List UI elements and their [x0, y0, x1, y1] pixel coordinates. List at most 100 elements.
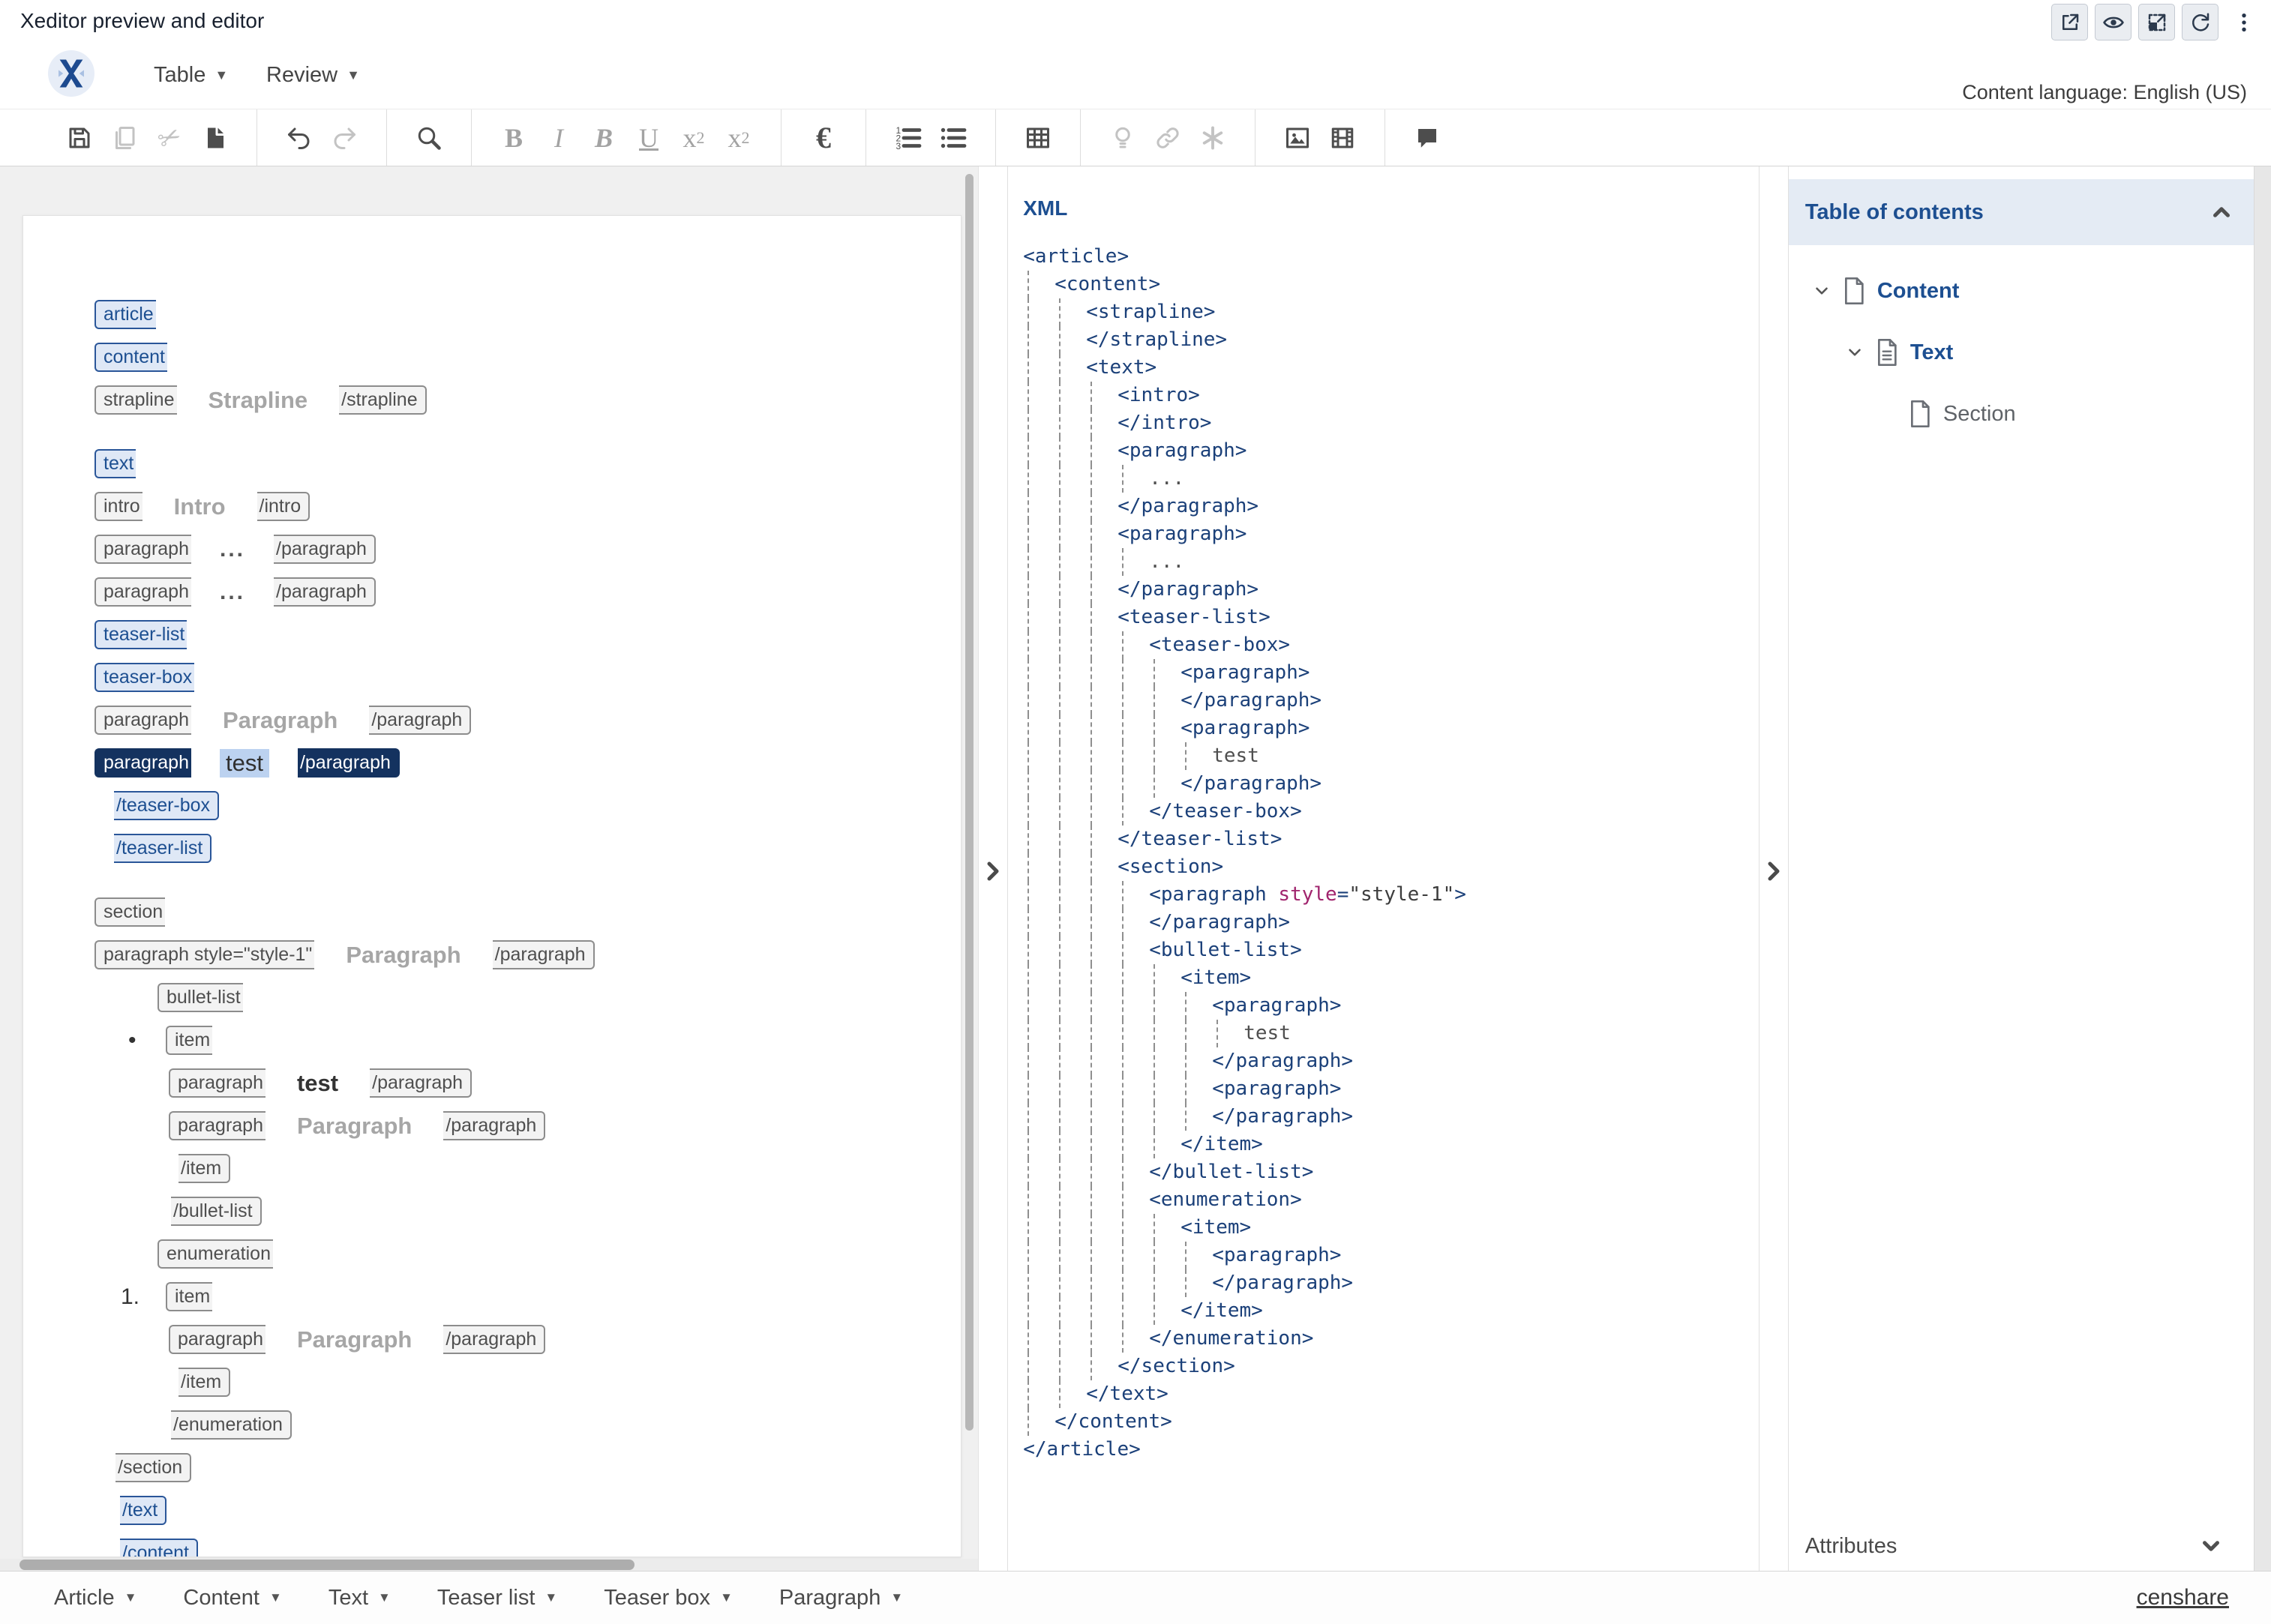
tag-pill-item[interactable]: item [166, 1026, 212, 1055]
chevron-down-icon: ▼ [720, 1590, 733, 1605]
censhare-link[interactable]: censhare [2137, 1585, 2229, 1611]
collapse-right-icon[interactable] [982, 860, 1004, 882]
underline-button[interactable]: U [632, 118, 666, 157]
tag-pill-paragraph[interactable]: /paragraph [369, 706, 471, 735]
page-scrollbar-track[interactable] [2254, 166, 2271, 1571]
tag-pill-teaser-list[interactable]: teaser-list [94, 620, 187, 649]
menu-table[interactable]: Table ▼ [154, 41, 228, 109]
visual-editor-canvas[interactable]: articlecontentstraplineStrapline/strapli… [0, 166, 978, 1571]
paste-button[interactable] [197, 118, 232, 157]
tag-pill-bullet-list[interactable]: /bullet-list [171, 1197, 262, 1226]
breadcrumb-dropdown-paragraph[interactable]: Paragraph▼ [779, 1586, 903, 1611]
document-page[interactable]: articlecontentstraplineStrapline/strapli… [22, 215, 962, 1557]
tag-pill-paragraph[interactable]: /paragraph [443, 1325, 545, 1354]
selected-text[interactable]: test [220, 749, 269, 778]
refresh-icon[interactable] [2182, 4, 2218, 40]
copy-button[interactable] [107, 118, 142, 157]
breadcrumb-dropdown-content[interactable]: Content▼ [183, 1586, 281, 1611]
preview-eye-icon[interactable] [2095, 4, 2132, 40]
kebab-menu-icon[interactable] [2229, 4, 2259, 40]
tag-pill-paragraph[interactable]: /paragraph [493, 940, 595, 969]
menu-review[interactable]: Review ▼ [266, 41, 360, 109]
tag-pill-section[interactable]: /section [116, 1453, 191, 1482]
redo-button[interactable] [327, 118, 362, 157]
lightbulb-button[interactable] [1106, 118, 1140, 157]
comment-button[interactable] [1410, 118, 1444, 157]
cut-button[interactable]: ✂ [152, 118, 187, 157]
chevron-down-icon[interactable] [2198, 1533, 2224, 1559]
horizontal-scrollbar-track[interactable] [0, 1559, 978, 1571]
chevron-up-icon[interactable] [2209, 199, 2234, 225]
asterisk-button[interactable] [1196, 118, 1230, 157]
tag-pill-paragraph[interactable]: paragraph [169, 1325, 266, 1354]
tag-pill-teaser-box[interactable]: /teaser-box [114, 791, 219, 820]
image-button[interactable] [1280, 118, 1315, 157]
open-external-icon[interactable] [2051, 4, 2088, 40]
video-button[interactable] [1325, 118, 1360, 157]
save-button[interactable] [62, 118, 97, 157]
inline-text[interactable]: test [297, 1070, 338, 1097]
collapse-right-icon[interactable] [1762, 860, 1785, 882]
breadcrumb-dropdown-article[interactable]: Article▼ [54, 1586, 136, 1611]
tag-pill-paragraph[interactable]: /paragraph [298, 748, 400, 778]
breadcrumb-dropdown-teaser-list[interactable]: Teaser list▼ [437, 1586, 557, 1611]
tag-pill-paragraph[interactable]: /paragraph [370, 1068, 472, 1098]
tag-pill-item[interactable]: item [166, 1282, 212, 1311]
element-row: /text [100, 1496, 961, 1525]
horizontal-scrollbar-thumb[interactable] [20, 1560, 634, 1570]
subscript-button[interactable]: x2 [676, 118, 711, 157]
bold-italic-button[interactable]: B [586, 118, 621, 157]
tag-pill-paragraphstylestyle-1[interactable]: paragraph style="style-1" [94, 940, 314, 969]
superscript-button[interactable]: x2 [722, 118, 756, 157]
toc-item-section[interactable]: Section [1789, 383, 2254, 445]
tag-pill-paragraph[interactable]: /paragraph [274, 577, 376, 607]
toc-header[interactable]: Table of contents [1789, 179, 2254, 245]
tag-pill-enumeration[interactable]: /enumeration [171, 1410, 292, 1440]
undo-button[interactable] [282, 118, 316, 157]
breadcrumb-dropdown-teaser-box[interactable]: Teaser box▼ [604, 1586, 733, 1611]
xeditor-logo-icon[interactable] [48, 50, 94, 97]
tag-pill-item[interactable]: /item [178, 1368, 230, 1397]
tag-pill-strapline[interactable]: strapline [94, 385, 177, 415]
special-character-button[interactable]: € [806, 118, 841, 157]
tag-pill-section[interactable]: section [94, 897, 165, 927]
resize-icon[interactable] [2138, 4, 2175, 40]
toc-item-content[interactable]: Content [1789, 260, 2254, 322]
attributes-header[interactable]: Attributes [1789, 1521, 2254, 1571]
tag-pill-paragraph[interactable]: paragraph [94, 535, 191, 564]
tag-pill-paragraph[interactable]: paragraph [169, 1068, 266, 1098]
tag-pill-paragraph[interactable]: paragraph [94, 577, 191, 607]
tag-pill-intro[interactable]: intro [94, 492, 142, 521]
bold-button[interactable]: B [496, 118, 531, 157]
toc-item-text[interactable]: Text [1789, 322, 2254, 383]
tag-pill-paragraph[interactable]: /paragraph [443, 1111, 545, 1140]
breadcrumb-dropdown-text[interactable]: Text▼ [328, 1586, 391, 1611]
tag-pill-intro[interactable]: /intro [257, 492, 310, 521]
tag-pill-teaser-list[interactable]: /teaser-list [114, 834, 212, 863]
xml-code[interactable]: <article><content><strapline></strapline… [1008, 243, 1759, 1464]
tag-pill-article[interactable]: article [94, 300, 156, 329]
xml-line: <paragraph> [1023, 520, 1759, 548]
tree-expand-icon[interactable] [1840, 343, 1870, 362]
tag-pill-teaser-box[interactable]: teaser-box [94, 663, 194, 692]
tag-pill-text[interactable]: text [94, 449, 136, 478]
tag-pill-bullet-list[interactable]: bullet-list [158, 983, 243, 1012]
tag-pill-text[interactable]: /text [120, 1496, 166, 1525]
tag-pill-content[interactable]: content [94, 343, 167, 372]
table-button[interactable] [1021, 118, 1055, 157]
tag-pill-paragraph[interactable]: /paragraph [274, 535, 376, 564]
tag-pill-paragraph[interactable]: paragraph [94, 748, 191, 778]
tag-pill-strapline[interactable]: /strapline [339, 385, 426, 415]
tag-pill-paragraph[interactable]: paragraph [94, 706, 191, 735]
italic-button[interactable]: I [542, 118, 576, 157]
search-button[interactable] [412, 118, 446, 157]
vertical-scrollbar[interactable] [965, 174, 974, 1431]
link-button[interactable] [1150, 118, 1185, 157]
tag-pill-paragraph[interactable]: paragraph [169, 1111, 266, 1140]
tag-pill-enumeration[interactable]: enumeration [158, 1239, 273, 1269]
unordered-list-button[interactable] [936, 118, 970, 157]
tree-expand-icon[interactable] [1807, 281, 1837, 301]
tag-pill-item[interactable]: /item [178, 1154, 230, 1183]
tag-pill-content[interactable]: /content [120, 1539, 198, 1557]
ordered-list-button[interactable]: 123 [891, 118, 926, 157]
